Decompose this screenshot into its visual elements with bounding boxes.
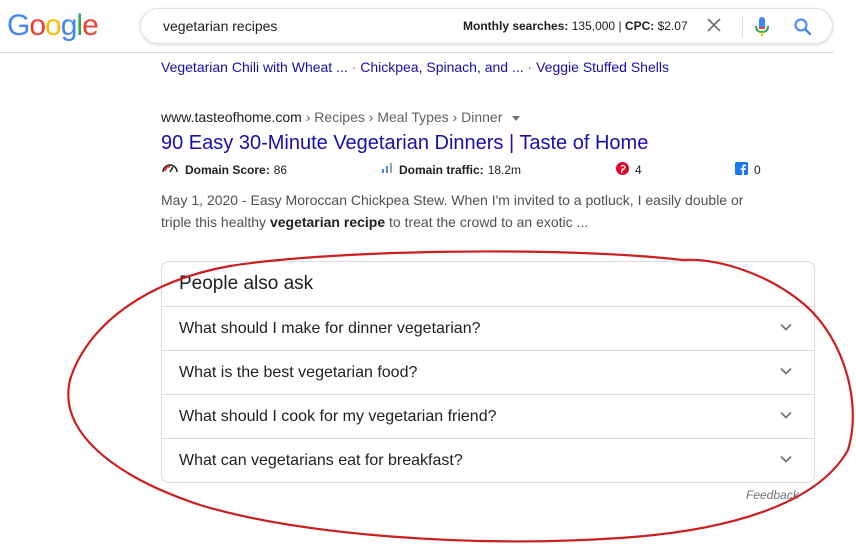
domain-score-value: 86 <box>273 162 288 177</box>
logo-letter: o <box>45 9 62 42</box>
paa-question-text: What is the best vegetarian food? <box>179 364 418 381</box>
monthly-searches-label: Monthly searches: <box>463 19 569 33</box>
sitelink[interactable]: Vegetarian Chili with Wheat ... <box>161 59 348 75</box>
result-domain: www.tasteofhome.com <box>161 109 302 125</box>
search-box[interactable]: vegetarian recipes Monthly searches: 135… <box>140 8 833 44</box>
chevron-down-icon[interactable] <box>779 364 793 378</box>
people-also-ask-title: People also ask <box>179 273 314 294</box>
breadcrumb-separator: › <box>452 109 458 125</box>
snippet-dash: - <box>238 192 251 208</box>
sitelinks: Vegetarian Chili with Wheat ... · Chickp… <box>161 59 669 75</box>
breadcrumb: Recipes <box>314 109 365 125</box>
domain-score: Domain Score: 86 <box>161 162 287 177</box>
chevron-down-icon[interactable] <box>779 452 793 466</box>
pinterest-count: 4 <box>635 163 642 177</box>
search-input[interactable]: vegetarian recipes <box>163 18 277 34</box>
logo-letter: e <box>82 9 99 42</box>
logo-letter: o <box>29 9 46 42</box>
paa-question[interactable]: What is the best vegetarian food? <box>162 350 814 394</box>
paa-question-text: What can vegetarians eat for breakfast? <box>179 452 463 469</box>
domain-traffic-value: 18.2m <box>487 162 522 177</box>
result-snippet: May 1, 2020 - Easy Moroccan Chickpea Ste… <box>161 189 761 233</box>
search-divider <box>742 16 743 38</box>
metrics-separator: | <box>618 19 622 33</box>
pinterest-icon <box>616 162 629 178</box>
domain-traffic: Domain traffic: 18.2m <box>381 162 521 177</box>
breadcrumb: Meal Types <box>377 109 449 125</box>
google-logo[interactable]: Google <box>7 9 99 43</box>
seo-metrics-bar: Domain Score: 86 Domain traffic: 18.2m 4 <box>161 162 781 178</box>
cpc-value: $2.07 <box>657 19 688 33</box>
paa-question-text: What should I make for dinner vegetarian… <box>179 320 481 337</box>
chevron-down-icon[interactable] <box>779 408 793 422</box>
result-title-link[interactable]: 90 Easy 30-Minute Vegetarian Dinners | T… <box>161 132 648 155</box>
people-also-ask-box: People also ask What should I make for d… <box>161 261 815 483</box>
breadcrumb: Dinner <box>461 109 503 125</box>
search-header: Google vegetarian recipes Monthly search… <box>0 0 856 52</box>
breadcrumb-separator: › <box>368 109 374 125</box>
header-divider <box>0 52 834 53</box>
snippet-highlight: vegetarian recipe <box>269 214 386 230</box>
paa-question[interactable]: What can vegetarians eat for breakfast? <box>162 438 814 482</box>
gauge-icon <box>161 162 179 177</box>
facebook-count: 0 <box>754 163 761 177</box>
domain-traffic-label: Domain traffic: <box>399 162 484 177</box>
chevron-down-icon[interactable] <box>779 320 793 334</box>
paa-question-text: What should I cook for my vegetarian fri… <box>179 408 497 425</box>
sitelink[interactable]: Chickpea, Spinach, and ... <box>360 59 523 75</box>
paa-question[interactable]: What should I make for dinner vegetarian… <box>162 306 814 350</box>
sitelink[interactable]: Veggie Stuffed Shells <box>536 59 669 75</box>
search-icon[interactable] <box>793 17 813 37</box>
caret-down-icon[interactable] <box>512 115 521 121</box>
result-url[interactable]: www.tasteofhome.com › Recipes › Meal Typ… <box>161 109 521 125</box>
close-icon[interactable] <box>707 17 721 35</box>
facebook-shares: 0 <box>735 162 761 178</box>
facebook-icon <box>735 162 748 178</box>
pinterest-shares: 4 <box>616 162 642 178</box>
feedback-link[interactable]: Feedback <box>746 488 799 502</box>
breadcrumb-separator: › <box>305 109 311 125</box>
keyword-metrics: Monthly searches: 135,000 | CPC: $2.07 <box>463 19 688 33</box>
logo-letter: G <box>7 9 30 42</box>
snippet-text: to treat the crowd to an exotic ... <box>385 214 589 230</box>
sitelink-separator: · <box>527 59 533 75</box>
domain-score-label: Domain Score: <box>185 162 270 177</box>
monthly-searches-value: 135,000 <box>571 19 616 33</box>
logo-letter: g <box>60 9 78 42</box>
cpc-label: CPC: <box>624 19 655 33</box>
mic-icon[interactable] <box>753 16 771 38</box>
paa-question[interactable]: What should I cook for my vegetarian fri… <box>162 394 814 438</box>
bar-chart-icon <box>381 162 393 177</box>
sitelink-separator: · <box>351 59 357 75</box>
snippet-date: May 1, 2020 <box>161 192 239 208</box>
